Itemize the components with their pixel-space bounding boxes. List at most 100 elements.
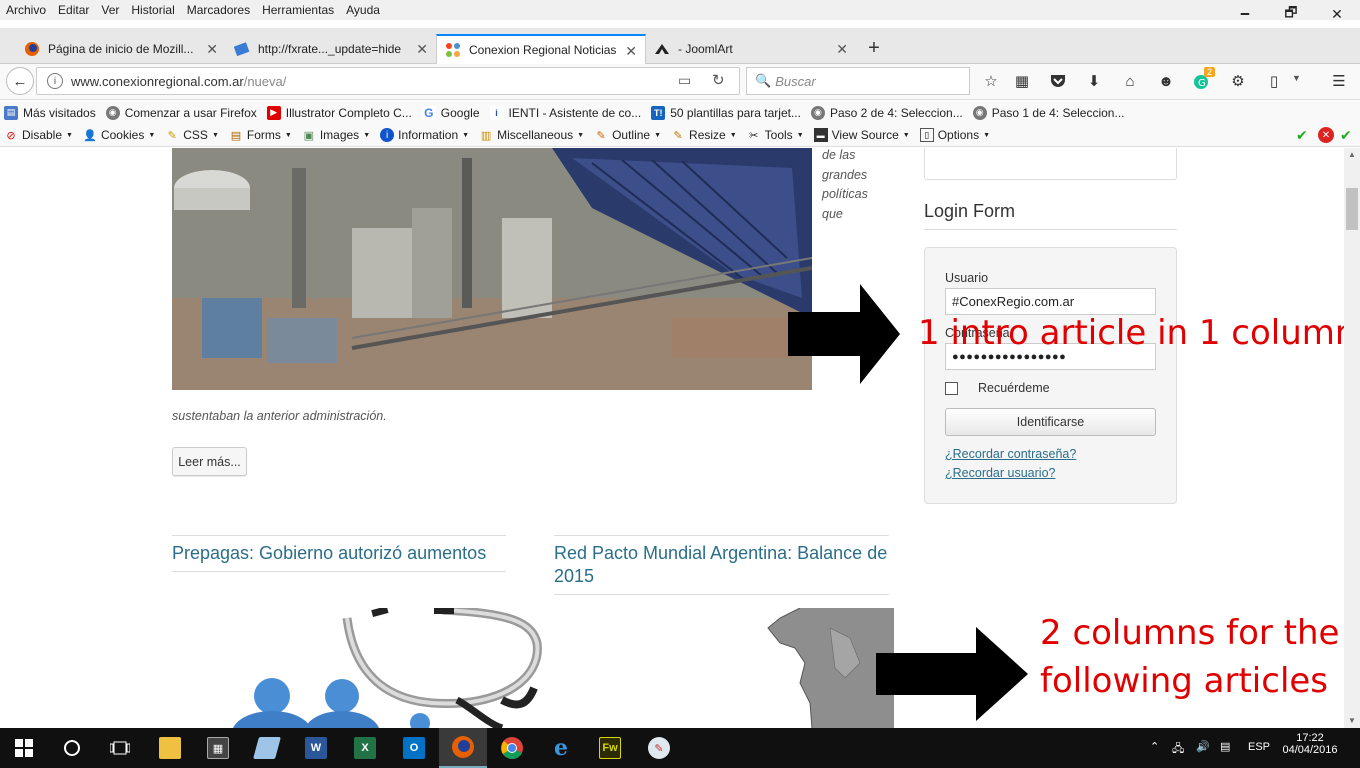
forgot-username-link[interactable]: ¿Recordar usuario? (945, 466, 1055, 480)
menu-marcadores[interactable]: Marcadores (187, 3, 250, 17)
volume-icon[interactable]: 🔊 (1196, 740, 1210, 753)
taskbar-notes[interactable] (243, 728, 291, 768)
excel-icon: X (354, 737, 376, 759)
taskbar-word[interactable]: W (292, 728, 340, 768)
devtool-images[interactable]: ▣ Images ▼ (302, 128, 371, 142)
cortana-button[interactable] (48, 728, 96, 768)
menu-archivo[interactable]: Archivo (6, 3, 46, 17)
devtool-view-source[interactable]: ▬ View Source ▼ (813, 128, 910, 142)
tools-icon: ✂ (749, 129, 759, 142)
action-center-icon[interactable]: ▤ (1220, 740, 1230, 753)
url-bar[interactable]: i www.conexionregional.com.ar/nueva/ (36, 67, 740, 95)
taskbar-excel[interactable]: X (341, 728, 389, 768)
devtool-information[interactable]: i Information ▼ (380, 128, 469, 142)
checkmark-icon[interactable]: ✔ (1340, 127, 1352, 144)
network-icon[interactable]: 🖧 (1172, 740, 1184, 759)
scroll-up-icon[interactable]: ▲ (1348, 150, 1356, 159)
hamburger-menu-icon[interactable]: ☰ (1325, 67, 1353, 95)
bookmark-google[interactable]: G Google (421, 105, 480, 120)
vertical-scrollbar[interactable] (1344, 148, 1360, 728)
bookmark-mas-visitados[interactable]: ▤ Más visitados (4, 105, 96, 120)
devtool-label: Images (319, 128, 360, 142)
bookmark-star-icon[interactable]: ☆ (977, 67, 1005, 95)
tab-joomlart[interactable]: - JoomlArt ✕ (646, 34, 856, 64)
search-engine-icon[interactable]: 🔍 (755, 73, 771, 89)
bookmark-paso-2[interactable]: ◉ Paso 2 de 4: Seleccion... (810, 105, 963, 120)
restore-button[interactable]: 🗗 (1268, 0, 1314, 28)
tab-mozilla-home[interactable]: Página de inicio de Mozill... ✕ (16, 34, 226, 64)
bookmark-comenzar-firefox[interactable]: ◉ Comenzar a usar Firefox (105, 105, 257, 120)
read-more-button[interactable]: Leer más... (172, 447, 247, 476)
close-tab-icon[interactable]: ✕ (836, 41, 848, 58)
pocket-icon[interactable] (1044, 67, 1072, 95)
menu-bar: Archivo Editar Ver Historial Marcadores … (0, 0, 380, 20)
devtool-resize[interactable]: ✎ Resize ▼ (671, 128, 736, 142)
error-icon[interactable]: ✕ (1318, 127, 1334, 143)
taskbar-chrome[interactable] (488, 728, 536, 768)
menu-historial[interactable]: Historial (131, 3, 174, 17)
taskbar-edge[interactable]: e (537, 728, 585, 768)
language-indicator[interactable]: ESP (1248, 741, 1270, 753)
devtool-outline[interactable]: ✎ Outline ▼ (594, 128, 661, 142)
bookmark-label: Comenzar a usar Firefox (124, 105, 257, 120)
bookmark-illustrator[interactable]: ▶ Illustrator Completo C... (266, 105, 412, 120)
devtool-miscellaneous[interactable]: ▥ Miscellaneous ▼ (479, 128, 584, 142)
scroll-down-icon[interactable]: ▼ (1348, 716, 1356, 725)
devtool-options[interactable]: ▯ Options ▼ (919, 128, 990, 142)
article-title-red-pacto[interactable]: Red Pacto Mundial Argentina: Balance de … (554, 535, 889, 595)
login-submit-button[interactable]: Identificarse (945, 408, 1156, 436)
devtool-css[interactable]: ✎ CSS ▼ (165, 128, 219, 142)
taskbar-calculator[interactable]: ▦ (194, 728, 242, 768)
bookmarks-list-icon[interactable]: ▦ (1008, 67, 1036, 95)
menu-ver[interactable]: Ver (101, 3, 119, 17)
downloads-icon[interactable]: ⬇ (1080, 67, 1108, 95)
joomla-icon (445, 42, 461, 58)
menu-ayuda[interactable]: Ayuda (346, 3, 380, 17)
menu-herramientas[interactable]: Herramientas (262, 3, 334, 17)
search-bar[interactable]: 🔍 Buscar (746, 67, 970, 95)
chevron-down-icon: ▼ (211, 131, 219, 139)
chevron-down-icon: ▼ (462, 131, 470, 139)
back-button[interactable]: ← (6, 67, 34, 95)
new-tab-button[interactable]: + (860, 34, 888, 62)
forgot-password-link[interactable]: ¿Recordar contraseña? (945, 447, 1076, 461)
tab-conexion-regional[interactable]: Conexion Regional Noticias ✕ (436, 34, 646, 64)
remember-me-checkbox[interactable] (945, 382, 958, 395)
taskbar-outlook[interactable]: O (390, 728, 438, 768)
clock[interactable]: 17:22 04/04/2016 (1280, 732, 1340, 756)
extension-icon (234, 41, 250, 57)
taskbar-firefox[interactable] (439, 728, 487, 768)
bookmark-ienti[interactable]: i IENTI - Asistente de co... (489, 105, 641, 120)
checkmark-icon[interactable]: ✔ (1296, 127, 1308, 144)
task-view-button[interactable] (96, 728, 144, 768)
devtool-label: Cookies (100, 128, 145, 142)
home-icon[interactable]: ⌂ (1116, 67, 1144, 95)
bookmark-paso-1[interactable]: ◉ Paso 1 de 4: Seleccion... (972, 105, 1124, 120)
info-icon[interactable]: i (47, 73, 63, 89)
taskbar-file-explorer[interactable] (146, 728, 194, 768)
tab-fxrate[interactable]: http://fxrate..._update=hide ✕ (226, 34, 436, 64)
devtool-forms[interactable]: ▤ Forms ▼ (229, 128, 292, 142)
close-tab-icon[interactable]: ✕ (416, 41, 428, 58)
devtool-tools[interactable]: ✂ Tools ▼ (747, 128, 804, 142)
article-title-prepagas[interactable]: Prepagas: Gobierno autorizó aumentos (172, 535, 506, 572)
bookmark-plantillas[interactable]: T! 50 plantillas para tarjet... (651, 105, 801, 120)
minimize-button[interactable]: 🗕 (1222, 0, 1268, 28)
close-window-button[interactable]: ✕ (1314, 0, 1360, 28)
menu-editar[interactable]: Editar (58, 3, 89, 17)
reader-view-icon[interactable]: ▭ (678, 72, 691, 89)
extension-gear-icon[interactable]: ⚙ (1224, 67, 1252, 95)
devtool-disable[interactable]: ⊘ Disable ▼ (4, 128, 73, 142)
scrollbar-thumb[interactable] (1346, 188, 1358, 230)
close-tab-icon[interactable]: ✕ (206, 41, 218, 58)
devtool-cookies[interactable]: 👤 Cookies ▼ (83, 128, 155, 142)
taskbar-paint[interactable]: ✎ (635, 728, 683, 768)
hello-icon[interactable]: ☻ (1152, 67, 1180, 95)
clipboard-icon[interactable]: ▯ (1260, 67, 1288, 95)
start-button[interactable] (0, 728, 48, 768)
close-tab-icon[interactable]: ✕ (625, 43, 637, 60)
show-hidden-icons[interactable]: ⌃ (1150, 740, 1159, 753)
taskbar-fireworks[interactable]: Fw (586, 728, 634, 768)
chevron-down-icon[interactable]: ▼ (1292, 73, 1301, 83)
reload-icon[interactable]: ↻ (712, 71, 725, 89)
